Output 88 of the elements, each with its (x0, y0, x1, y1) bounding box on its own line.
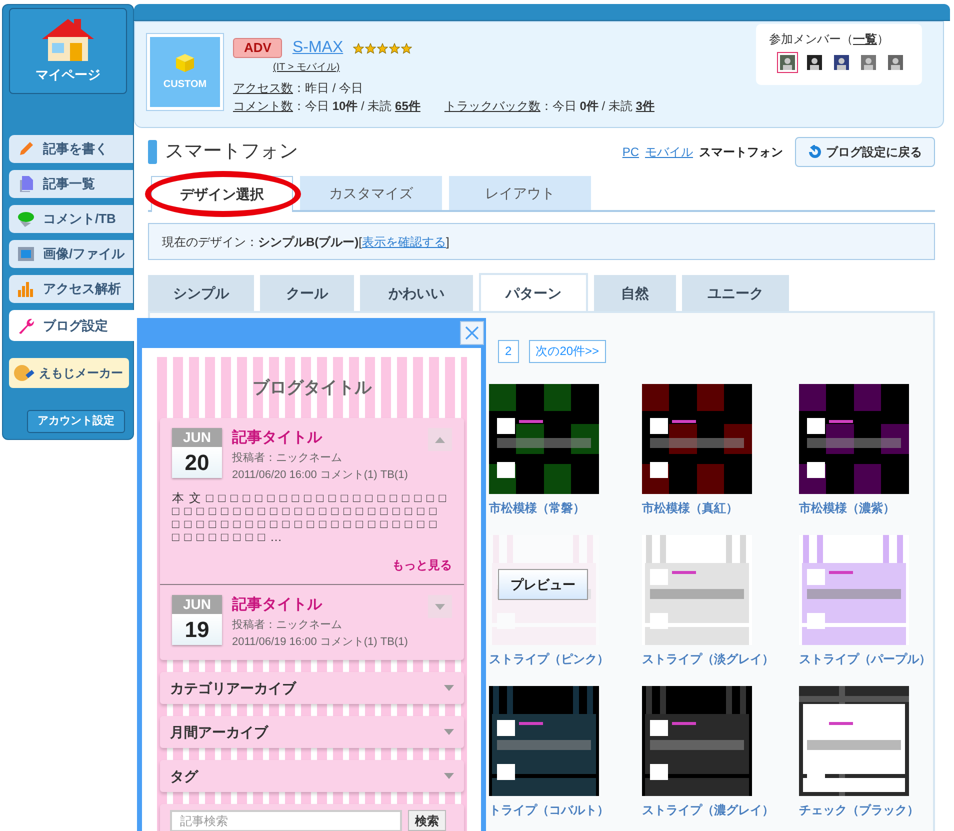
sidebar-item[interactable]: 画像/ファイル (9, 240, 133, 268)
member-avatar[interactable] (776, 52, 798, 73)
sidebar-item[interactable]: ブログ設定 (9, 310, 136, 341)
member-list-link[interactable]: 一覧 (853, 32, 877, 46)
tab[interactable]: カスタマイズ (300, 176, 442, 210)
stat-text: アクセス数：昨日 / 今日 (233, 80, 364, 97)
sidebar-item[interactable]: 記事を書く (9, 135, 133, 163)
pagination-link[interactable]: 2 (498, 340, 519, 363)
entry-meta: 2011/06/19 16:00 コメント(1) TB(1) (232, 634, 409, 650)
avatar-icon (806, 55, 822, 70)
toggle-button[interactable] (428, 428, 452, 451)
refresh-icon (808, 145, 822, 159)
account-settings-button[interactable]: アカウント設定 (27, 410, 125, 433)
device-link[interactable]: スマートフォン (699, 143, 783, 161)
bar-chart-icon (17, 280, 35, 298)
entry-author: 投稿者：ニックネーム (232, 451, 343, 466)
home-button[interactable]: マイページ (9, 8, 127, 94)
sidebar-item[interactable]: コメント/TB (9, 205, 133, 233)
entry-meta: 2011/06/20 16:00 コメント(1) TB(1) (232, 468, 409, 482)
theme-name-link[interactable]: ストライプ（淡グレイ） (642, 650, 774, 668)
toggle-button[interactable] (428, 595, 452, 618)
document-icon (17, 175, 35, 193)
stat-text: コメント数：今日 10件 / 未読 65件 (233, 98, 420, 115)
sidebar-item[interactable]: アクセス解析 (9, 275, 133, 303)
avatar-icon (780, 55, 794, 70)
cube-icon (175, 52, 195, 72)
category-tab[interactable]: シンプル (148, 275, 254, 311)
back-to-settings-button[interactable]: ブログ設定に戻る (795, 137, 935, 167)
caret-down-icon (444, 729, 454, 735)
category-tab[interactable]: ユニーク (682, 275, 789, 311)
entry-title: 記事タイトル (232, 595, 324, 615)
theme-name-link[interactable]: 市松模様（濃紫） (799, 499, 895, 517)
theme-name-link[interactable]: ストライプ（ピンク） (489, 650, 609, 668)
archive-section[interactable]: タグ (160, 760, 464, 792)
smiley-pen-icon (13, 363, 35, 383)
entry-body: 本文□□□□□□□□□□□□□□□□□□□□□□□□□□□□□□□□□□□□□□□□□□□□□□□□□□□□□□□□□□□□□□□□□□□□□□□□… (172, 492, 452, 544)
read-more-link[interactable]: もっと見る (392, 556, 452, 574)
adv-badge: ADV (233, 38, 282, 58)
device-link[interactable]: モバイル (645, 143, 693, 161)
unread-link[interactable]: 3件 (636, 99, 654, 113)
category-tab[interactable]: パターン (479, 273, 588, 311)
caret-down-icon (435, 604, 445, 610)
current-design-text: 現在のデザイン：シンプルB(ブルー)[表示を確認する] (162, 234, 450, 250)
device-link[interactable]: PC (622, 143, 639, 161)
archive-section[interactable]: カテゴリアーカイブ (160, 672, 464, 704)
caret-down-icon (444, 773, 454, 779)
entry-title: 記事タイトル (232, 428, 324, 448)
avatar-icon (860, 55, 876, 70)
caret-up-icon (435, 436, 445, 442)
theme-name-link[interactable]: ストライプ（濃グレイ） (642, 801, 774, 819)
speech-bubble-icon (17, 210, 35, 228)
picture-frame-icon (17, 245, 35, 263)
check-display-link[interactable]: 表示を確認する (362, 234, 446, 248)
theme-name-link[interactable]: ストライプ（パープル） (799, 650, 931, 668)
emoji-maker-button[interactable]: えもじメーカー (9, 358, 129, 388)
members-title: 参加メンバー（一覧） (769, 31, 890, 48)
title-bar-icon (148, 140, 157, 164)
pencil-icon (17, 140, 35, 158)
theme-name-link[interactable]: 市松模様（常磐） (489, 499, 585, 517)
wrench-icon (17, 316, 35, 334)
stat-link[interactable]: コメント数 (233, 99, 293, 113)
theme-name-link[interactable]: チェック（ブラック） (799, 801, 919, 819)
pagination-link[interactable]: 次の20件>> (528, 340, 606, 363)
entry-author: 投稿者：ニックネーム (232, 618, 343, 633)
theme-name-link[interactable]: トライプ（コバルト） (489, 801, 609, 819)
unread-link[interactable]: 65件 (395, 99, 420, 113)
stat-link[interactable]: トラックバック数 (444, 99, 540, 113)
search-field[interactable]: 記事検索 (170, 810, 402, 831)
search-button[interactable]: 検索 (408, 810, 446, 831)
avatar-icon (888, 55, 902, 70)
custom-logo: CUSTOM (147, 34, 223, 110)
category-tab[interactable]: 自然 (594, 275, 676, 311)
category-tab[interactable]: クール (260, 275, 354, 311)
page-title: スマートフォン (165, 140, 298, 164)
category-tab[interactable]: かわいい (360, 275, 473, 311)
stat-link[interactable]: アクセス数 (233, 81, 293, 95)
archive-section[interactable]: 月間アーカイブ (160, 716, 464, 748)
stat-text: トラックバック数：今日 0件 / 未読 3件 (444, 98, 654, 115)
sidebar-item[interactable]: 記事一覧 (9, 170, 133, 198)
preview-button[interactable]: プレビュー (498, 569, 588, 600)
caret-down-icon (444, 685, 454, 691)
close-icon (465, 326, 479, 340)
blog-name-link[interactable]: S-MAX (292, 36, 344, 60)
avatar-icon (834, 55, 848, 70)
category-link[interactable]: (IT > モバイル) (273, 60, 654, 75)
theme-name-link[interactable]: 市松模様（真紅） (642, 499, 738, 517)
tab[interactable]: レイアウト (449, 176, 591, 210)
preview-blog-title: ブログタイトル (252, 377, 373, 399)
